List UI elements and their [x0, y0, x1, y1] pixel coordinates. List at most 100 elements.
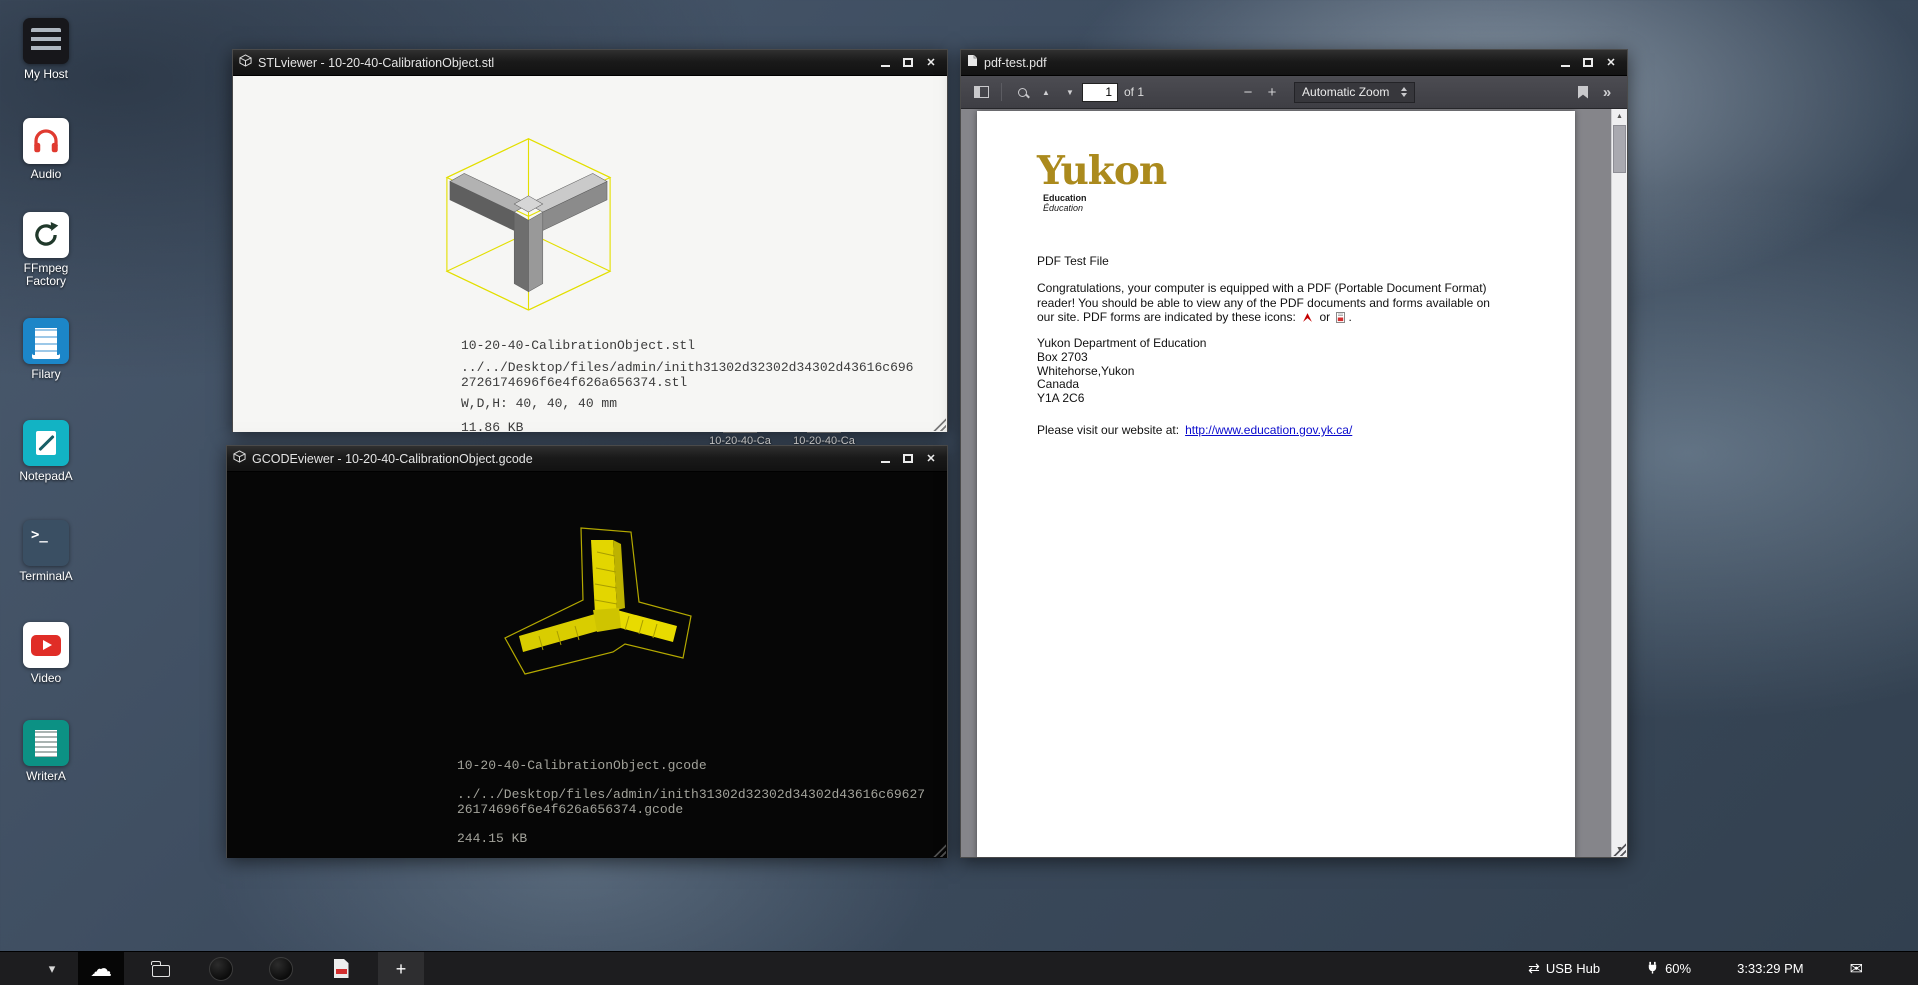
page-number-input[interactable]	[1082, 83, 1118, 102]
minimize-icon	[881, 461, 890, 463]
zoom-in-button[interactable]: +	[1260, 80, 1284, 104]
close-button[interactable]: ✕	[1601, 54, 1621, 72]
toolbar-separator	[1001, 83, 1002, 101]
pdf-file-icon	[334, 959, 349, 978]
resize-grip[interactable]	[931, 416, 946, 431]
vertical-scrollbar[interactable]: ▲ ▼	[1611, 109, 1627, 857]
address-block: Yukon Department of Education Box 2703 W…	[1037, 337, 1206, 406]
paragraph-line: our site. PDF forms are indicated by the…	[1037, 310, 1296, 324]
desktop-icon-my-host[interactable]: My Host	[8, 18, 84, 81]
desktop-icon-ffmpeg-factory[interactable]: FFmpeg Factory	[8, 212, 84, 288]
taskbar-pdf-button[interactable]	[318, 952, 364, 985]
gcode-filepath-line1: ../../Desktop/files/admin/inith31302d323…	[457, 787, 925, 802]
sidebar-toggle-button[interactable]	[969, 80, 993, 104]
scroll-up-button[interactable]: ▲	[1612, 109, 1627, 124]
pdf-viewer-area: Yukon Education Éducation PDF Test File …	[961, 109, 1627, 857]
sidebar-toggle-icon	[974, 86, 989, 98]
desktop-icon-label: Filary	[8, 368, 84, 381]
zoom-level-value: Automatic Zoom	[1302, 85, 1389, 99]
acrobat-icon	[1302, 312, 1313, 327]
minimize-icon	[881, 65, 890, 67]
collapse-chevron-button[interactable]: ▾	[40, 961, 64, 977]
yukon-wordmark: Yukon	[1037, 151, 1166, 191]
add-button[interactable]: +	[378, 952, 424, 985]
plus-icon: +	[396, 960, 407, 978]
usb-hub-label: USB Hub	[1546, 961, 1600, 976]
taskbar-left: ▾ ☁ +	[0, 952, 424, 985]
usb-hub-status[interactable]: ⇄ USB Hub	[1528, 960, 1600, 977]
gcodeviewer-titlebar[interactable]: GCODEviewer - 10-20-40-CalibrationObject…	[227, 446, 947, 472]
usb-arrows-icon: ⇄	[1528, 960, 1540, 977]
zoom-out-button[interactable]: −	[1236, 80, 1260, 104]
website-link[interactable]: http://www.education.gov.yk.ca/	[1185, 423, 1352, 437]
next-page-button[interactable]: ▼	[1058, 80, 1082, 104]
window-title: GCODEviewer - 10-20-40-CalibrationObject…	[252, 452, 869, 466]
envelope-icon[interactable]: ✉	[1850, 959, 1863, 979]
headphones-icon	[23, 118, 69, 164]
desktop-icon-audio[interactable]: Audio	[8, 118, 84, 181]
page-count-label: of 1	[1124, 85, 1144, 99]
stl-3d-viewport[interactable]: 10-20-40-CalibrationObject.stl ../../Des…	[233, 76, 947, 432]
desktop-icon-label: TerminalA	[8, 570, 84, 583]
maximize-button[interactable]	[1578, 54, 1598, 72]
resize-grip[interactable]	[931, 842, 946, 857]
desktop-icon-terminala[interactable]: TerminalA	[8, 520, 84, 583]
zoom-level-select[interactable]: Automatic Zoom	[1294, 82, 1415, 103]
gcodeviewer-window: GCODEviewer - 10-20-40-CalibrationObject…	[226, 445, 948, 858]
maximize-icon	[903, 58, 913, 67]
clock: 3:33:29 PM	[1737, 961, 1804, 976]
play-button-icon	[23, 622, 69, 668]
desktop-icon-video[interactable]: Video	[8, 622, 84, 685]
maximize-icon	[903, 454, 913, 463]
gcode-file-info: 10-20-40-CalibrationObject.gcode ../../D…	[457, 758, 925, 846]
gcode-filesize: 244.15 KB	[457, 831, 925, 846]
minimize-button[interactable]	[875, 54, 895, 72]
app-circle-icon	[269, 957, 293, 981]
taskbar-app-gcodeviewer[interactable]	[258, 952, 304, 985]
desktop-icon-notepada[interactable]: NotepadA	[8, 420, 84, 483]
bookmark-button[interactable]	[1571, 80, 1595, 104]
minimize-button[interactable]	[875, 450, 895, 468]
desktop-icon-label: FFmpeg Factory	[8, 262, 84, 288]
gcode-3d-viewport[interactable]: 10-20-40-CalibrationObject.gcode ../../D…	[227, 472, 947, 858]
document-icon	[23, 318, 69, 364]
desktop-icon-filary[interactable]: Filary	[8, 318, 84, 381]
previous-page-button[interactable]: ▲	[1034, 80, 1058, 104]
taskbar-files-button[interactable]	[138, 952, 184, 985]
paragraph-period: .	[1348, 310, 1351, 324]
document-paragraph: Congratulations, your computer is equipp…	[1037, 281, 1517, 327]
window-title: STLviewer - 10-20-40-CalibrationObject.s…	[258, 56, 869, 70]
cube-app-icon	[233, 450, 246, 468]
writer-document-icon	[23, 720, 69, 766]
scrollbar-thumb[interactable]	[1613, 125, 1626, 173]
desktop-icon-label: Audio	[8, 168, 84, 181]
close-button[interactable]: ✕	[921, 54, 941, 72]
search-icon	[1018, 88, 1027, 97]
maximize-button[interactable]	[898, 450, 918, 468]
minimize-button[interactable]	[1555, 54, 1575, 72]
gcode-toolpath-render	[479, 510, 709, 710]
select-arrows-icon	[1401, 87, 1407, 97]
taskbar-app-stlviewer[interactable]	[198, 952, 244, 985]
desktop-icon-writera[interactable]: WriterA	[8, 720, 84, 783]
stl-file-info: 10-20-40-CalibrationObject.stl ../../Des…	[461, 338, 913, 432]
stl-filesize: 11.86 KB	[461, 420, 913, 432]
desktop-icon-label: Video	[8, 672, 84, 685]
stlviewer-titlebar[interactable]: STLviewer - 10-20-40-CalibrationObject.s…	[233, 50, 947, 76]
notepad-pencil-icon	[23, 420, 69, 466]
desktop-icon-label: My Host	[8, 68, 84, 81]
maximize-icon	[1583, 58, 1593, 67]
website-label: Please visit our website at:	[1037, 423, 1179, 437]
host-icon	[23, 18, 69, 64]
maximize-button[interactable]	[898, 54, 918, 72]
more-tools-button[interactable]: »	[1595, 80, 1619, 104]
website-line: Please visit our website at: http://www.e…	[1037, 423, 1352, 437]
taskbar-cloud-button[interactable]: ☁	[78, 952, 124, 985]
address-line: Box 2703	[1037, 351, 1206, 365]
find-button[interactable]	[1010, 80, 1034, 104]
pdf-titlebar[interactable]: pdf-test.pdf ✕	[961, 50, 1627, 76]
bookmark-icon	[1578, 86, 1588, 99]
desktop-icon-label: WriterA	[8, 770, 84, 783]
close-button[interactable]: ✕	[921, 450, 941, 468]
terminal-icon	[23, 520, 69, 566]
